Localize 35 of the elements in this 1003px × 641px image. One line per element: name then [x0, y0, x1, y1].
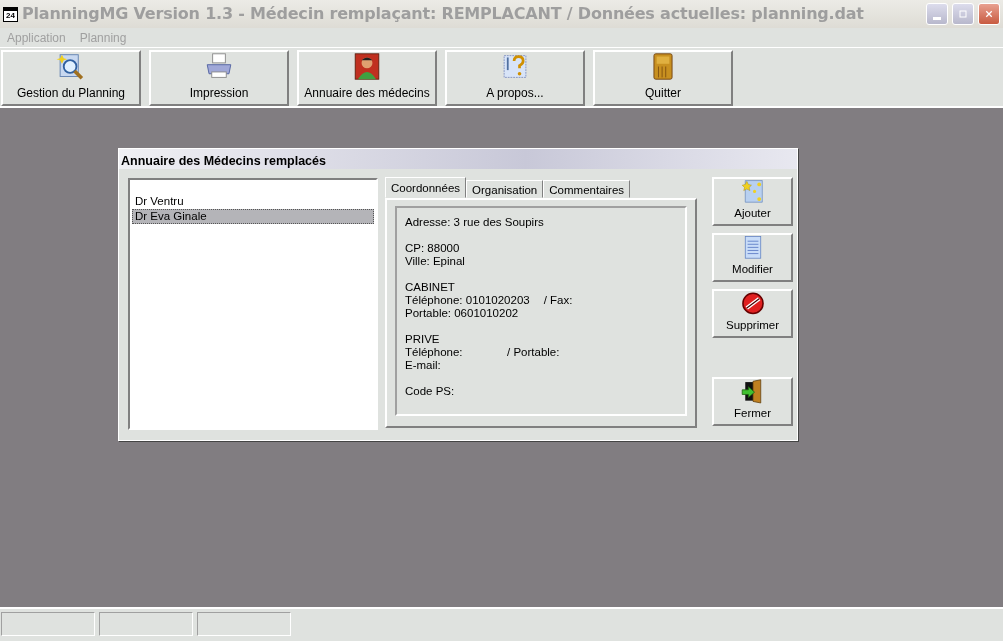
minimize-icon	[933, 16, 941, 20]
close-button[interactable]	[978, 3, 1000, 25]
toolbar-button[interactable]: Impression	[149, 50, 289, 106]
minimize-button[interactable]	[926, 3, 948, 25]
detail-text: Code PS:	[405, 385, 456, 398]
toolbar-button[interactable]: Quitter	[593, 50, 733, 106]
detail-text: E-mail:	[405, 359, 442, 372]
detail-text: Téléphone:	[405, 346, 464, 359]
action-button[interactable]: Ajouter	[712, 177, 793, 226]
action-button[interactable]: Supprimer	[712, 289, 793, 338]
detail-text: CABINET	[405, 281, 456, 294]
tab[interactable]: Organisation	[466, 180, 544, 198]
maximize-icon	[959, 8, 967, 20]
toolbar-button[interactable]: Gestion du Planning	[1, 50, 141, 106]
toolbar-button[interactable]: Annuaire des médecins	[297, 50, 437, 106]
dialog-title: Annuaire des Médecins remplacés	[119, 149, 797, 169]
close-icon	[985, 8, 993, 20]
action-button[interactable]: Fermer	[712, 377, 793, 426]
tab[interactable]: Commentaires	[543, 180, 631, 198]
detail-text: Portable: 0601010202	[405, 307, 520, 320]
app-icon: 24	[3, 6, 18, 22]
detail-text: / Portable:	[507, 346, 560, 359]
detail-text: CP: 88000	[405, 242, 461, 255]
maximize-button[interactable]	[952, 3, 974, 25]
detail-text: PRIVE	[405, 333, 441, 346]
action-button[interactable]: Modifier	[712, 233, 793, 282]
window-title: PlanningMG Version 1.3 - Médecin remplaçant: REMPLACANT / Données actuelles: planning.dat	[22, 3, 864, 25]
detail-text: / Fax:	[543, 294, 573, 307]
detail-text: Téléphone: 0101020203	[405, 294, 531, 307]
list-item[interactable]: Dr Ventru	[132, 194, 374, 209]
tab[interactable]: Coordonnées	[385, 177, 467, 198]
detail-text: Ville: Epinal	[405, 255, 466, 268]
toolbar-button[interactable]: A propos...	[445, 50, 585, 106]
detail-text: Adresse: 3 rue des Soupirs	[405, 216, 545, 229]
list-item[interactable]: Dr Eva Ginale	[132, 209, 374, 224]
